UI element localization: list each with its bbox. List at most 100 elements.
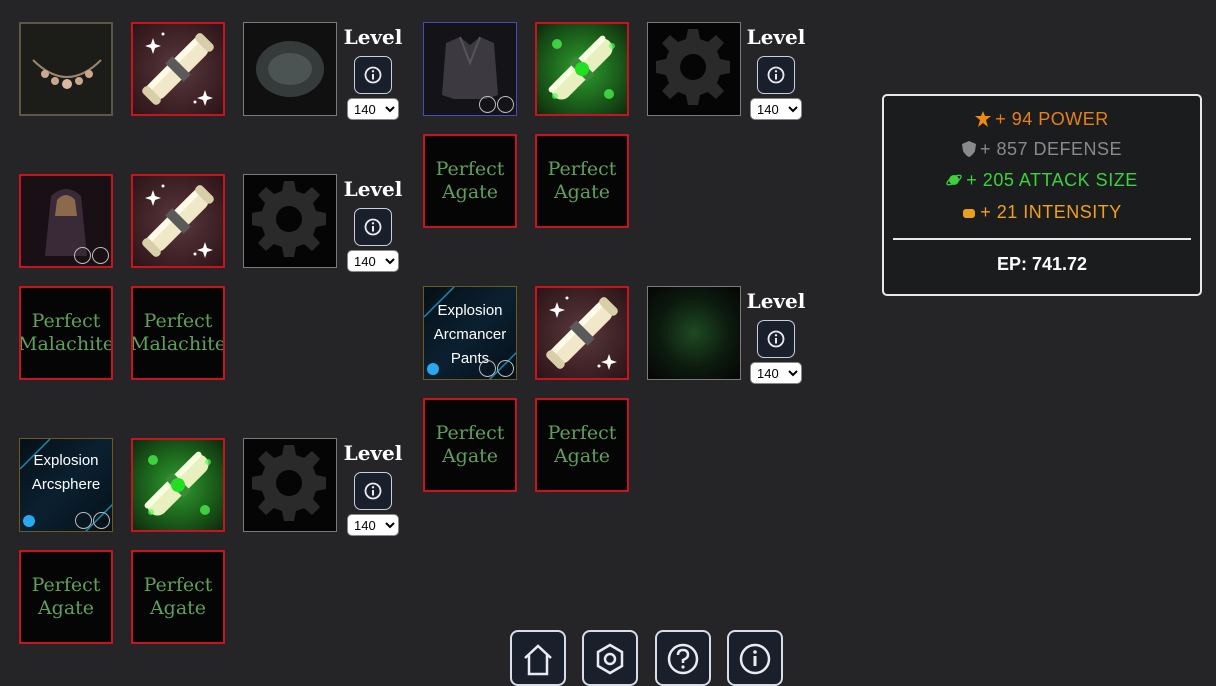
scroll-slot[interactable] [131, 174, 225, 268]
star-burst-icon [975, 111, 992, 127]
gem-label: Perfect Agate [31, 574, 101, 619]
help-button[interactable] [655, 630, 711, 686]
empty-gear-slot[interactable] [243, 174, 337, 268]
level-select[interactable]: 140 [750, 98, 802, 120]
level-select[interactable]: 140 [750, 362, 802, 384]
level-control: Level 140 [343, 441, 403, 536]
level-select[interactable]: 140 [347, 250, 399, 272]
info-icon [364, 66, 382, 84]
socket [497, 360, 514, 377]
about-button[interactable] [727, 630, 783, 686]
info-button[interactable] [757, 320, 795, 358]
gear-icon [252, 181, 326, 257]
gem-slot-malachite[interactable]: Perfect Malachite [19, 286, 113, 380]
info-icon [364, 218, 382, 236]
scroll-slot[interactable] [131, 22, 225, 116]
level-control: Level 140 [343, 25, 403, 120]
gem-label: Perfect Agate [435, 158, 505, 203]
stat-defense: + 857 DEFENSE [884, 139, 1200, 160]
info-button[interactable] [757, 56, 795, 94]
chest-armor-slot[interactable] [423, 22, 517, 116]
level-label: Level [343, 177, 403, 201]
info-icon [767, 66, 785, 84]
gem-label: Perfect Agate [435, 422, 505, 467]
home-icon [524, 644, 552, 676]
rarity-dot [23, 515, 35, 527]
gear-icon [656, 29, 730, 105]
gem-slot-agate[interactable]: Perfect Agate [423, 134, 517, 228]
green-scroll-icon [545, 32, 619, 106]
stat-intensity-text: + 21 INTENSITY [980, 202, 1122, 222]
planet-icon [946, 174, 963, 186]
stat-attack-size-text: + 205 ATTACK SIZE [966, 170, 1138, 190]
scroll-icon [139, 182, 217, 260]
cloak-slot[interactable] [19, 174, 113, 268]
home-button[interactable] [510, 630, 566, 686]
gem-slot-agate[interactable]: Perfect Agate [131, 550, 225, 644]
gem-label: Perfect Agate [143, 574, 213, 619]
arcsphere-slot[interactable]: Explosion Arcsphere [19, 438, 113, 532]
gem-slot-agate[interactable]: Perfect Agate [535, 398, 629, 492]
stats-panel: + 94 POWER + 857 DEFENSE + 205 ATTACK SI… [882, 94, 1202, 296]
socket [92, 247, 109, 264]
socket [74, 247, 91, 264]
info-button[interactable] [354, 56, 392, 94]
green-scroll-slot[interactable] [131, 438, 225, 532]
level-control: Level 140 [746, 289, 806, 384]
socket [93, 512, 110, 529]
gem-slot-malachite[interactable]: Perfect Malachite [131, 286, 225, 380]
socket-group [479, 96, 514, 113]
arcmancer-pants-slot[interactable]: Explosion Arcmancer Pants [423, 286, 517, 380]
level-label: Level [343, 441, 403, 465]
settings-hexagon-icon [596, 643, 624, 675]
blurred-item-icon [256, 41, 324, 97]
glow-item-slot[interactable] [647, 286, 741, 380]
gem-slot-agate[interactable]: Perfect Agate [19, 550, 113, 644]
rarity-dot [427, 363, 439, 375]
help-icon [667, 643, 699, 675]
stats-divider [893, 238, 1191, 240]
info-icon [364, 482, 382, 500]
item-name: Explosion Arcsphere [31, 452, 101, 493]
socket [75, 512, 92, 529]
socket-group [75, 512, 110, 529]
necklace-slot[interactable] [19, 22, 113, 116]
scroll-slot[interactable] [535, 286, 629, 380]
socket-group [479, 360, 514, 377]
info-icon [767, 330, 785, 348]
gem-label: Perfect Malachite [131, 310, 225, 355]
gold-nugget-icon [963, 209, 976, 218]
level-label: Level [343, 25, 403, 49]
level-label: Level [746, 25, 806, 49]
blurred-item-slot[interactable] [243, 22, 337, 116]
green-scroll-icon [141, 448, 215, 522]
stat-power-text: + 94 POWER [995, 109, 1109, 129]
info-button[interactable] [354, 208, 392, 246]
empty-gear-slot[interactable] [243, 438, 337, 532]
settings-button[interactable] [582, 630, 638, 686]
gem-slot-agate[interactable]: Perfect Agate [423, 398, 517, 492]
socket [479, 360, 496, 377]
necklace-icon [32, 59, 102, 89]
info-button[interactable] [354, 472, 392, 510]
level-control: Level 140 [343, 177, 403, 272]
socket [479, 96, 496, 113]
stat-intensity: + 21 INTENSITY [884, 202, 1200, 223]
green-glow-icon [648, 301, 649, 302]
empty-gear-slot[interactable] [647, 22, 741, 116]
level-select[interactable]: 140 [347, 98, 399, 120]
green-scroll-slot[interactable] [535, 22, 629, 116]
ep-total: EP: 741.72 [996, 254, 1088, 274]
socket-group [74, 247, 109, 264]
shield-icon [961, 141, 976, 157]
level-select[interactable]: 140 [347, 514, 399, 536]
level-label: Level [746, 289, 806, 313]
stat-power: + 94 POWER [884, 109, 1200, 130]
gem-slot-agate[interactable]: Perfect Agate [535, 134, 629, 228]
socket [497, 96, 514, 113]
stat-defense-text: + 857 DEFENSE [979, 139, 1123, 159]
stat-attack-size: + 205 ATTACK SIZE [884, 170, 1200, 191]
gear-icon [252, 445, 326, 521]
level-control: Level 140 [746, 25, 806, 120]
info-icon [739, 643, 771, 675]
